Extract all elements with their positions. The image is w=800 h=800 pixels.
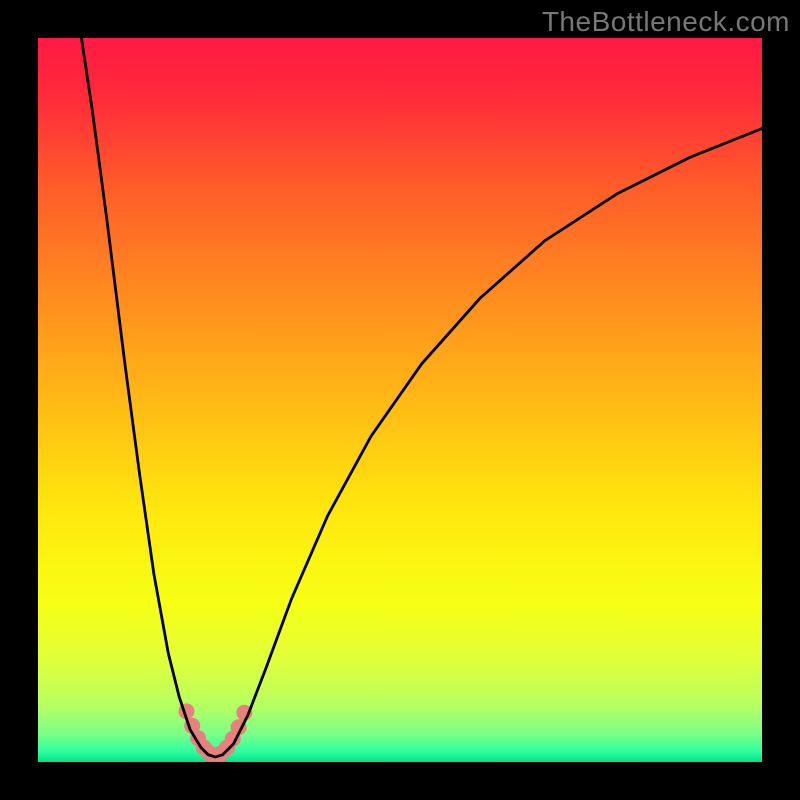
watermark-text: TheBottleneck.com — [542, 6, 790, 38]
gradient-background — [38, 38, 762, 762]
outer-frame: TheBottleneck.com — [0, 0, 800, 800]
plot-area — [38, 38, 762, 762]
bottleneck-chart — [38, 38, 762, 762]
